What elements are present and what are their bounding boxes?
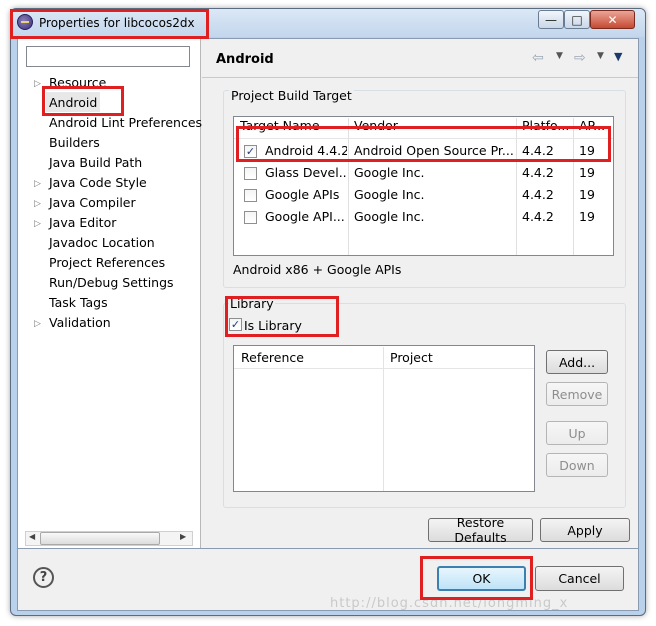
forward-arrow-icon[interactable]: ⇨: [574, 50, 586, 66]
down-button[interactable]: Down: [546, 453, 608, 477]
header-separator: [202, 77, 638, 78]
back-arrow-icon[interactable]: ⇦: [532, 50, 544, 66]
tree-item-javadoc-location[interactable]: Javadoc Location: [49, 235, 155, 253]
up-button[interactable]: Up: [546, 421, 608, 445]
tree-item-builders[interactable]: Builders: [49, 135, 100, 153]
window-title: Properties for libcocos2dx: [39, 16, 195, 30]
platform-cell: 4.4.2: [522, 187, 554, 202]
scroll-right-icon[interactable]: ▶: [180, 532, 186, 541]
eclipse-app-icon: [17, 14, 33, 30]
platform-cell: 4.4.2: [522, 143, 554, 158]
tree-item-validation[interactable]: Validation: [49, 315, 111, 333]
vendor-cell: Google Inc.: [354, 187, 425, 202]
header-divider: [234, 368, 534, 369]
help-icon[interactable]: ?: [33, 567, 54, 588]
tree-item-task-tags[interactable]: Task Tags: [49, 295, 108, 313]
tree-item-project-references[interactable]: Project References: [49, 255, 165, 273]
ok-button[interactable]: OK: [437, 566, 526, 591]
watermark: http://blog.csdn.net/longming_x: [330, 596, 569, 611]
tree-item-java-compiler[interactable]: Java Compiler: [49, 195, 136, 213]
target-description: Android x86 + Google APIs: [233, 262, 402, 277]
column-header-reference[interactable]: Reference: [241, 350, 304, 365]
column-header-target-name[interactable]: Target Name: [240, 118, 346, 138]
forward-dropdown-icon[interactable]: ▼: [597, 51, 604, 61]
tree-item-android-lint-preferences[interactable]: Android Lint Preferences: [49, 115, 202, 133]
platform-cell: 4.4.2: [522, 165, 554, 180]
target-checkbox[interactable]: [244, 189, 257, 202]
target-name-cell[interactable]: Google API...: [265, 209, 347, 227]
tree-item-android[interactable]: Android: [49, 95, 97, 113]
maximize-icon: □: [571, 12, 583, 27]
close-icon: ✕: [607, 12, 618, 27]
platform-cell: 4.4.2: [522, 209, 554, 224]
expand-arrow-icon[interactable]: ▷: [34, 219, 42, 229]
view-menu-icon[interactable]: ▼: [614, 50, 622, 63]
tree-item-java-code-style[interactable]: Java Code Style: [49, 175, 147, 193]
vendor-cell: Android Open Source Pr...: [354, 143, 514, 158]
back-dropdown-icon[interactable]: ▼: [556, 51, 563, 61]
tree-item-java-build-path[interactable]: Java Build Path: [49, 155, 142, 173]
api-cell: 19: [579, 165, 595, 180]
expand-arrow-icon[interactable]: ▷: [34, 79, 42, 89]
vendor-cell: Google Inc.: [354, 209, 425, 224]
target-name-cell[interactable]: Google APIs: [265, 187, 347, 205]
api-cell: 19: [579, 187, 595, 202]
build-target-group-label: Project Build Target: [229, 88, 354, 103]
column-header-project[interactable]: Project: [390, 350, 433, 365]
tree-item-java-editor[interactable]: Java Editor: [49, 215, 116, 233]
target-checkbox[interactable]: [244, 167, 257, 180]
maximize-button[interactable]: □: [564, 10, 590, 29]
minimize-button[interactable]: —: [538, 10, 564, 29]
minimize-icon: —: [545, 12, 557, 27]
header-divider: [234, 138, 613, 139]
restore-defaults-button[interactable]: Restore Defaults: [428, 515, 533, 545]
expand-arrow-icon[interactable]: ▷: [34, 319, 42, 329]
target-name-cell[interactable]: Android 4.4.2: [265, 143, 347, 161]
column-header-vendor[interactable]: Vendor: [354, 118, 514, 138]
target-checkbox[interactable]: ✓: [244, 145, 257, 158]
add-button[interactable]: Add...: [546, 350, 608, 374]
cancel-button[interactable]: Cancel: [535, 566, 624, 591]
scrollbar-thumb[interactable]: [40, 532, 160, 545]
apply-button[interactable]: Apply: [540, 518, 630, 542]
is-library-checkbox[interactable]: ✓: [229, 318, 242, 331]
close-button[interactable]: ✕: [590, 10, 635, 29]
page-title: Android: [216, 52, 274, 67]
scroll-left-icon[interactable]: ◀: [29, 532, 35, 541]
tree-item-resource[interactable]: Resource: [49, 75, 106, 93]
api-cell: 19: [579, 209, 595, 224]
target-checkbox[interactable]: [244, 211, 257, 224]
vendor-cell: Google Inc.: [354, 165, 425, 180]
expand-arrow-icon[interactable]: ▷: [34, 199, 42, 209]
api-cell: 19: [579, 143, 595, 158]
target-name-cell[interactable]: Glass Devel...: [265, 165, 347, 183]
tree-item-run-debug-settings[interactable]: Run/Debug Settings: [49, 275, 174, 293]
library-group-label: Library: [229, 296, 275, 311]
remove-button[interactable]: Remove: [546, 382, 608, 406]
filter-input[interactable]: [26, 46, 190, 67]
is-library-label[interactable]: Is Library: [244, 318, 302, 333]
column-header-api[interactable]: AP...: [579, 118, 611, 138]
column-header-platform[interactable]: Platfo...: [522, 118, 570, 138]
expand-arrow-icon[interactable]: ▷: [34, 179, 42, 189]
